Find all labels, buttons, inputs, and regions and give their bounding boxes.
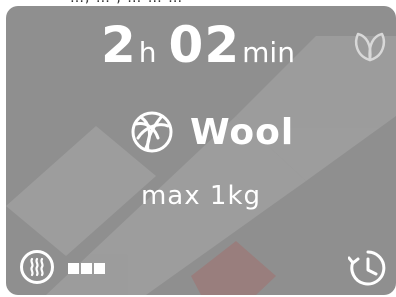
minutes-value: 02 — [168, 16, 241, 74]
wool-icon — [131, 111, 173, 153]
steam-icon — [30, 257, 44, 277]
steam-level-bar — [94, 263, 105, 274]
washer-display-panel: 2h 02min Wool max 1kg — [6, 6, 396, 295]
steam-button[interactable] — [20, 250, 54, 284]
program-indicator: Wool — [128, 108, 294, 156]
steam-level-bar — [68, 263, 79, 274]
program-name: Wool — [190, 111, 295, 153]
hours-value: 2 — [101, 16, 137, 74]
delay-timer-icon[interactable] — [348, 248, 388, 288]
hours-unit: h — [138, 36, 157, 69]
minutes-unit: min — [242, 36, 295, 69]
steam-level-bar — [81, 263, 92, 274]
max-load-label: max 1kg — [140, 181, 261, 211]
steam-level-indicator — [68, 263, 107, 274]
leaf-icon[interactable] — [350, 26, 390, 66]
remaining-time-display: 2h 02min — [101, 20, 307, 70]
